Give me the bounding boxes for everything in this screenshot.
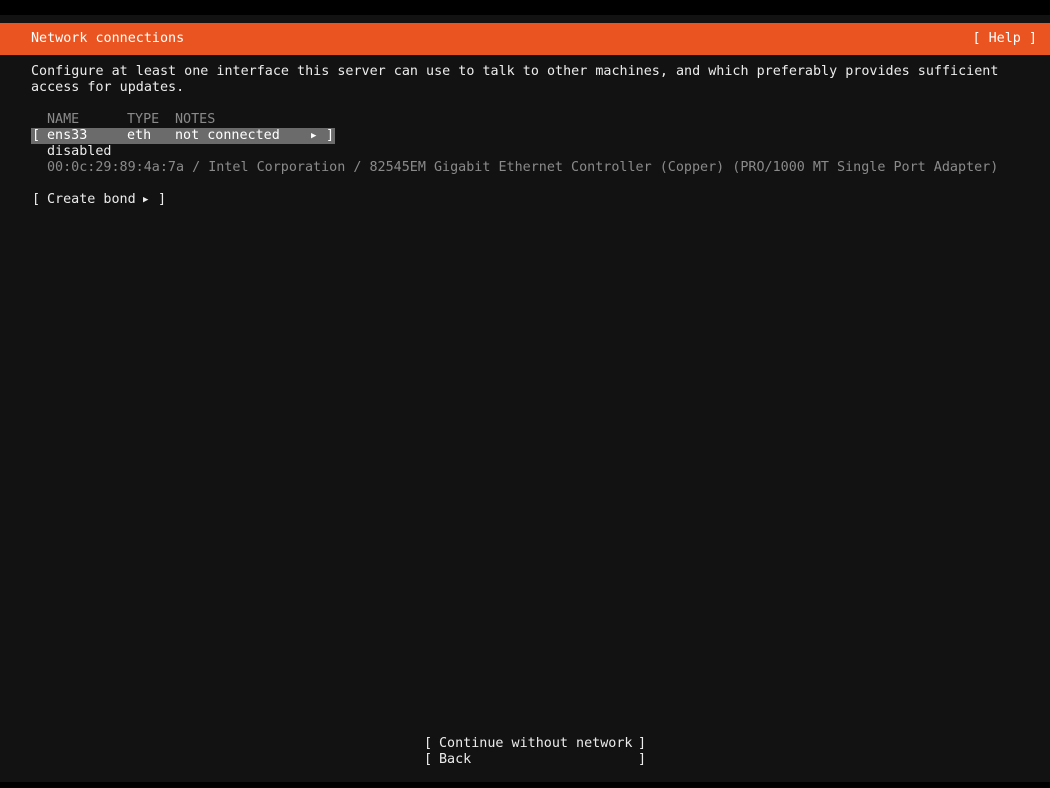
create-bond-bracket-close: ] — [158, 192, 167, 207]
create-bond-label: Create bond — [47, 192, 136, 207]
interface-name: ens33 — [47, 128, 88, 143]
back-button[interactable]: [ Back ] — [423, 752, 647, 768]
create-bond-bracket-open: [ — [32, 192, 41, 207]
intro-text-line-1: Configure at least one interface this se… — [31, 64, 999, 79]
installer-screen: Network connections [ Help ] Configure a… — [0, 0, 1050, 788]
page-title: Network connections — [31, 31, 185, 46]
continue-bracket-open: [ — [424, 736, 433, 751]
continue-without-network-button[interactable]: [ Continue without network ] — [423, 736, 647, 752]
interface-type: eth — [127, 128, 152, 143]
help-button[interactable]: [ Help ] — [973, 31, 1038, 47]
create-bond-button[interactable]: [ Create bond ▶ ] — [31, 192, 167, 208]
bottom-border — [0, 782, 1050, 788]
column-header-type: TYPE — [127, 112, 160, 127]
interface-notes: not connected — [175, 128, 280, 143]
column-header-name: NAME — [47, 112, 80, 127]
submenu-arrow-icon: ▶ — [311, 131, 317, 141]
create-bond-arrow-icon: ▶ — [143, 195, 149, 205]
back-label: Back — [439, 752, 472, 767]
interface-row-ens33[interactable]: [ ens33 eth not connected ▶ ] — [31, 128, 335, 144]
column-header-notes: NOTES — [175, 112, 216, 127]
interface-status: disabled — [47, 144, 112, 159]
back-bracket-open: [ — [424, 752, 433, 767]
row-bracket-close: ] — [326, 128, 335, 143]
header-bar: Network connections [ Help ] — [0, 23, 1050, 55]
top-border — [0, 0, 1050, 15]
back-bracket-close: ] — [638, 752, 647, 767]
continue-bracket-close: ] — [638, 736, 647, 751]
row-bracket-open: [ — [32, 128, 41, 143]
continue-label: Continue without network — [439, 736, 633, 751]
intro-text-line-2: access for updates. — [31, 80, 185, 95]
interface-hardware-info: 00:0c:29:89:4a:7a / Intel Corporation / … — [47, 160, 999, 175]
